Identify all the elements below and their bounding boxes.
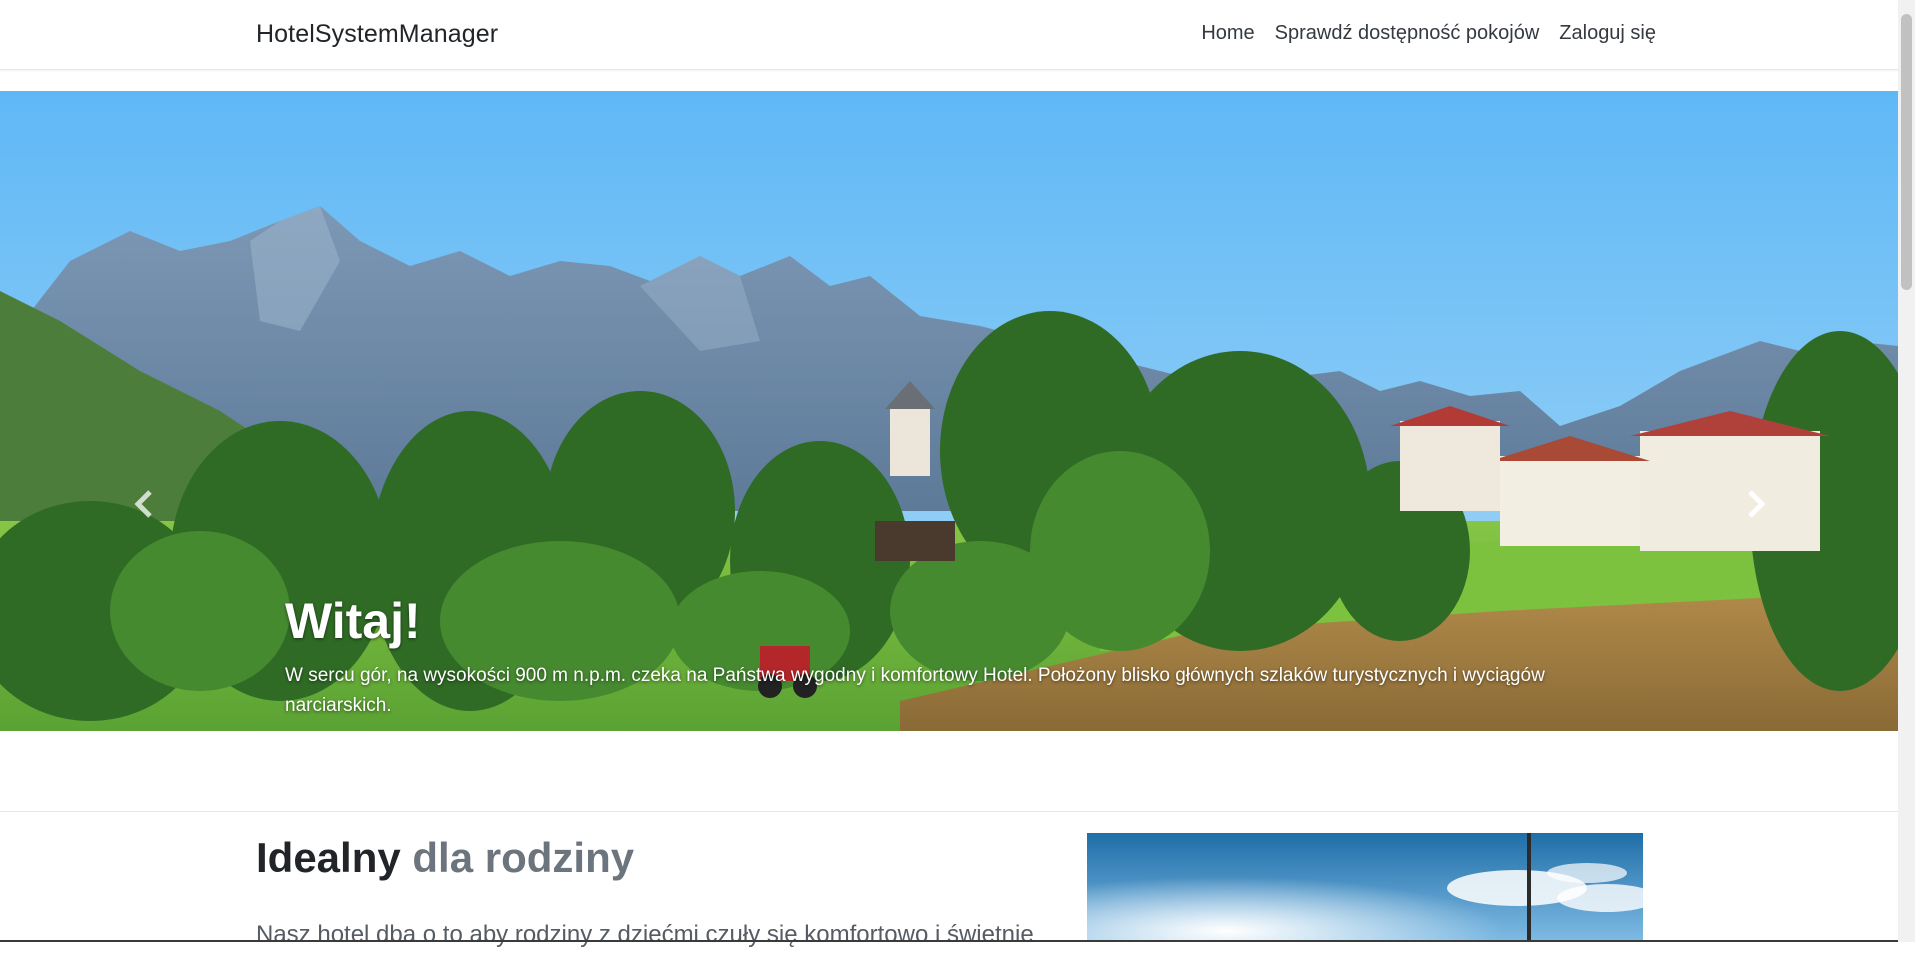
nav-link-home[interactable]: Home bbox=[1201, 22, 1254, 45]
carousel-next-chevron-right-icon[interactable] bbox=[1738, 486, 1774, 522]
nav-links: Home Sprawdź dostępność pokojów Zaloguj … bbox=[1201, 22, 1656, 45]
top-navbar: HotelSystemManager Home Sprawdź dostępno… bbox=[0, 0, 1898, 70]
carousel-title: Witaj! bbox=[285, 593, 421, 649]
hero-carousel: Witaj! W sercu gór, na wysokości 900 m n… bbox=[0, 91, 1898, 731]
scrollbar-thumb[interactable] bbox=[1901, 14, 1912, 290]
feature-heading-muted: dla rodziny bbox=[412, 834, 635, 881]
feature-heading-main: Idealny bbox=[256, 834, 401, 881]
nav-link-login[interactable]: Zaloguj się bbox=[1559, 22, 1656, 45]
feature-heading: Idealny dla rodziny bbox=[256, 832, 634, 884]
page-scrollbar[interactable] bbox=[1898, 0, 1915, 942]
nav-link-availability[interactable]: Sprawdź dostępność pokojów bbox=[1275, 22, 1540, 45]
brand-logo[interactable]: HotelSystemManager bbox=[256, 20, 498, 49]
carousel-caption: Witaj! W sercu gór, na wysokości 900 m n… bbox=[285, 591, 1625, 721]
carousel-prev-chevron-left-icon[interactable] bbox=[126, 486, 162, 522]
feature-lead-text: Nasz hotel dba o to aby rodziny z dziećm… bbox=[256, 921, 1034, 948]
feature-image bbox=[1087, 833, 1643, 942]
carousel-text: W sercu gór, na wysokości 900 m n.p.m. c… bbox=[285, 665, 1545, 716]
section-divider bbox=[0, 811, 1898, 812]
